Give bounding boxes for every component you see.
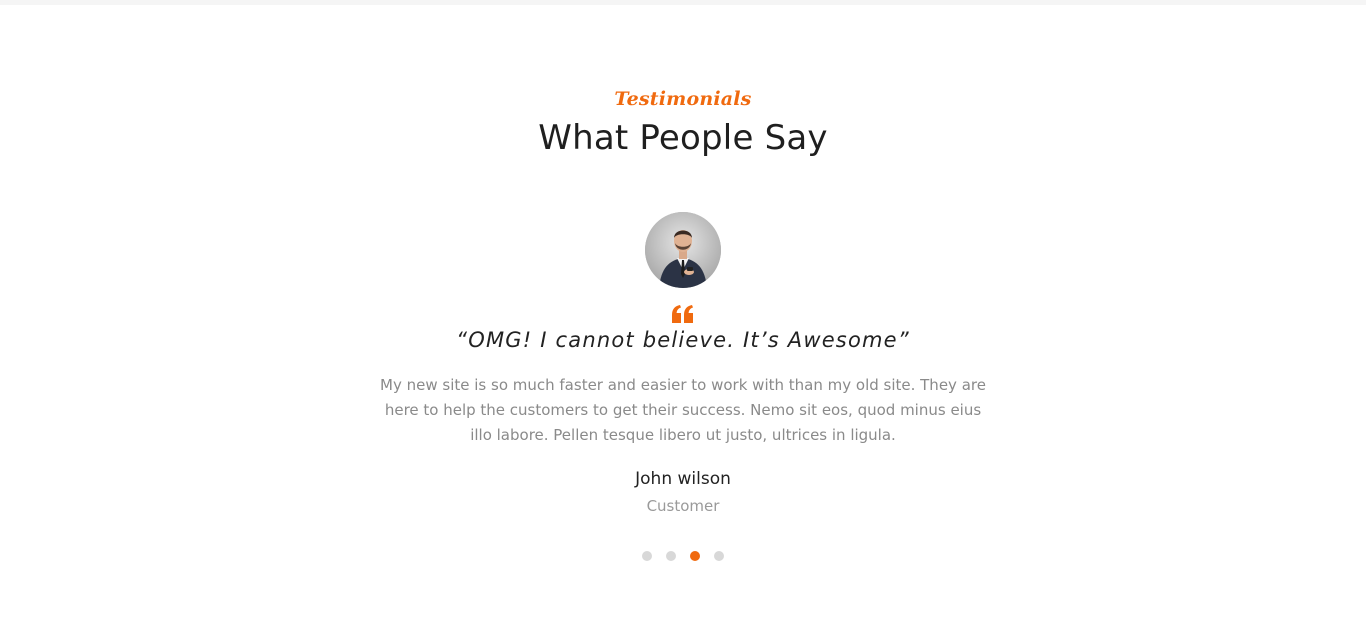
- quote-left-icon: [672, 305, 693, 323]
- author-name: John wilson: [635, 469, 731, 489]
- testimonial-headline: “OMG! I cannot believe. It’s Awesome”: [456, 328, 910, 352]
- top-divider: [0, 0, 1366, 5]
- carousel-pagination: [642, 551, 724, 561]
- section-tag: Testimonials: [614, 88, 752, 110]
- avatar-photo: [645, 212, 721, 288]
- author-role: Customer: [646, 497, 720, 515]
- testimonials-page: Testimonials What People Say “OMG! I can…: [0, 0, 1366, 632]
- carousel-dot-4[interactable]: [714, 551, 724, 561]
- carousel-dot-3[interactable]: [690, 551, 700, 561]
- carousel-dot-2[interactable]: [666, 551, 676, 561]
- avatar: [645, 212, 721, 288]
- carousel-dot-1[interactable]: [642, 551, 652, 561]
- section-title: What People Say: [538, 118, 828, 158]
- testimonial-body: My new site is so much faster and easier…: [380, 376, 986, 444]
